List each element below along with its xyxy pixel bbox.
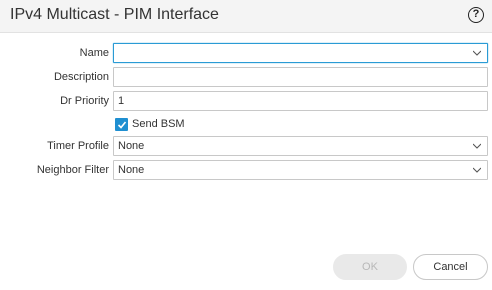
chevron-down-icon[interactable] — [473, 49, 481, 57]
dr-priority-value: 1 — [118, 95, 125, 107]
send-bsm-label: Send BSM — [132, 118, 185, 130]
timer-profile-value: None — [118, 140, 145, 152]
cancel-button[interactable]: Cancel — [413, 254, 488, 280]
description-row: Description — [0, 67, 492, 87]
neighbor-filter-row: Neighbor Filter None — [0, 160, 492, 180]
pim-interface-dialog: IPv4 Multicast - PIM Interface ? Name De… — [0, 0, 492, 290]
checkmark-icon — [117, 121, 127, 129]
dialog-title: IPv4 Multicast - PIM Interface — [10, 6, 219, 23]
chevron-down-icon[interactable] — [473, 166, 481, 174]
neighbor-filter-value: None — [118, 164, 145, 176]
dialog-title-bar: IPv4 Multicast - PIM Interface ? — [0, 0, 492, 33]
chevron-down-icon[interactable] — [473, 142, 481, 150]
neighbor-filter-select[interactable]: None — [113, 160, 488, 180]
dr-priority-input[interactable]: 1 — [113, 91, 488, 111]
description-label: Description — [53, 71, 109, 83]
name-row: Name — [0, 43, 492, 63]
send-bsm-row: Send BSM — [113, 117, 233, 133]
dr-priority-label: Dr Priority — [60, 95, 109, 107]
timer-profile-row: Timer Profile None — [0, 136, 492, 156]
name-label: Name — [79, 47, 109, 59]
ok-button[interactable]: OK — [333, 254, 407, 280]
timer-profile-select[interactable]: None — [113, 136, 488, 156]
send-bsm-checkbox[interactable] — [115, 118, 128, 131]
dr-priority-row: Dr Priority 1 — [0, 91, 492, 111]
neighbor-filter-label: Neighbor Filter — [36, 164, 109, 176]
name-combobox[interactable] — [113, 43, 488, 63]
help-icon[interactable]: ? — [468, 7, 484, 23]
timer-profile-label: Timer Profile — [47, 140, 109, 152]
description-input[interactable] — [113, 67, 488, 87]
